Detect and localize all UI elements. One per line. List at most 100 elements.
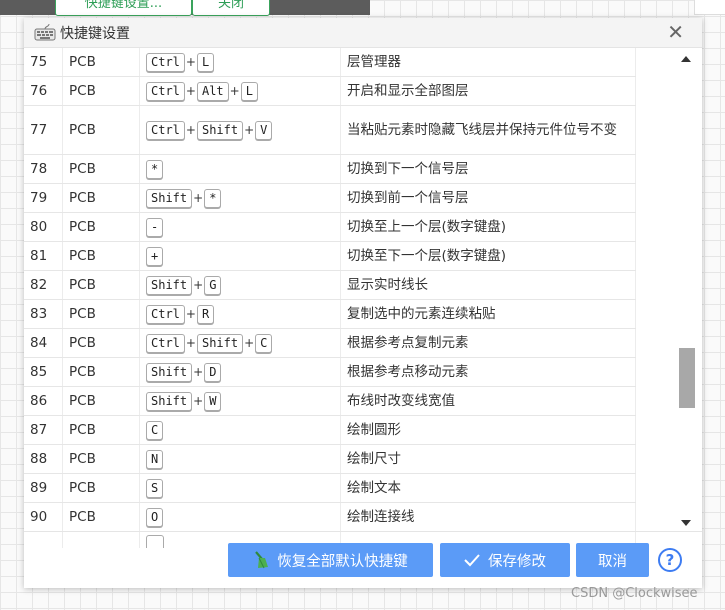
row-shortcut-keys[interactable]: Ctrl + R	[139, 299, 341, 329]
table-row[interactable]: 76 PCB Ctrl + Alt + L 开启和显示全部图层	[24, 76, 636, 106]
row-shortcut-keys[interactable]: Ctrl + Alt + L	[139, 76, 341, 106]
key-cap: +	[146, 246, 164, 266]
row-shortcut-keys[interactable]: C	[139, 415, 341, 445]
table-row[interactable]: 88 PCB N 绘制尺寸	[24, 444, 636, 474]
close-icon[interactable]: ✕	[667, 22, 684, 42]
row-number: 83	[24, 299, 63, 329]
row-description: 布线时改变线宽值	[340, 386, 636, 416]
row-description: 绘制文本	[340, 473, 636, 503]
row-number: 79	[24, 183, 63, 213]
key-cap: Shift	[196, 333, 244, 353]
key-cap: S	[146, 478, 164, 498]
row-category: PCB	[62, 473, 140, 503]
row-number	[24, 531, 63, 548]
table-row[interactable]: 84 PCB Ctrl + Shift + C 根据参考点复制元素	[24, 328, 636, 358]
row-number: 84	[24, 328, 63, 358]
row-category: PCB	[62, 415, 140, 445]
row-number: 90	[24, 502, 63, 532]
table-row[interactable]: 77 PCB Ctrl + Shift + V 当粘贴元素时隐藏飞线层并保持元件位号不变	[24, 105, 636, 155]
table-row[interactable]: 83 PCB Ctrl + R 复制选中的元素连续粘贴	[24, 299, 636, 329]
help-icon[interactable]: ?	[658, 548, 682, 572]
key-plus-separator: +	[185, 83, 196, 98]
table-row[interactable]: 85 PCB Shift + D 根据参考点移动元素	[24, 357, 636, 387]
row-shortcut-keys[interactable]: Shift + D	[139, 357, 341, 387]
row-category: PCB	[62, 48, 140, 77]
restore-defaults-button[interactable]: 恢复全部默认快捷键	[228, 543, 433, 577]
cancel-button[interactable]: 取消	[576, 543, 649, 577]
key-cap: W	[204, 391, 222, 411]
scrollbar[interactable]	[678, 48, 695, 531]
row-category: PCB	[62, 299, 140, 329]
row-category	[62, 531, 140, 548]
table-row[interactable]: 78 PCB * 切换到下一个信号层	[24, 154, 636, 184]
background-close-tab[interactable]: 关闭	[192, 0, 270, 16]
row-category: PCB	[62, 183, 140, 213]
table-row[interactable]: 87 PCB C 绘制圆形	[24, 415, 636, 445]
row-shortcut-keys[interactable]: Ctrl + Shift + V	[139, 105, 341, 155]
row-description: 显示实时线长	[340, 270, 636, 300]
row-category: PCB	[62, 502, 140, 532]
row-number: 77	[24, 105, 63, 155]
background-toolbar: 快捷键设置... 关闭	[0, 0, 370, 16]
key-plus-separator: +	[244, 122, 255, 137]
table-row[interactable]: 75 PCB Ctrl + L 层管理器	[24, 48, 636, 77]
dialog-header: 快捷键设置 ✕	[24, 18, 702, 48]
row-category: PCB	[62, 357, 140, 387]
save-label: 保存修改	[488, 553, 546, 570]
row-description: 绘制圆形	[340, 415, 636, 445]
key-plus-separator: +	[185, 335, 196, 350]
key-cap: D	[204, 362, 222, 382]
table-row[interactable]: 81 PCB + 切换至下一个层(数字键盘)	[24, 241, 636, 271]
row-shortcut-keys[interactable]: +	[139, 241, 341, 271]
key-plus-separator: +	[193, 393, 204, 408]
table-row[interactable]: 79 PCB Shift + * 切换到前一个信号层	[24, 183, 636, 213]
table-row[interactable]: 82 PCB Shift + G 显示实时线长	[24, 270, 636, 300]
table-row[interactable]: 89 PCB S 绘制文本	[24, 473, 636, 503]
key-cap: O	[146, 507, 164, 527]
row-shortcut-keys[interactable]: -	[139, 212, 341, 242]
row-shortcut-keys[interactable]: O	[139, 502, 341, 532]
row-number: 76	[24, 76, 63, 106]
row-number: 82	[24, 270, 63, 300]
table-row[interactable]: 90 PCB O 绘制连接线	[24, 502, 636, 532]
row-shortcut-keys[interactable]: *	[139, 154, 341, 184]
row-category: PCB	[62, 270, 140, 300]
key-cap: Shift	[146, 188, 193, 208]
row-shortcut-keys[interactable]: Shift + W	[139, 386, 341, 416]
key-plus-separator: +	[185, 54, 196, 69]
row-number: 78	[24, 154, 63, 184]
row-shortcut-keys[interactable]: Shift + G	[139, 270, 341, 300]
save-button[interactable]: 保存修改	[440, 543, 570, 577]
scrollbar-thumb[interactable]	[679, 348, 695, 408]
row-category: PCB	[62, 212, 140, 242]
row-shortcut-keys[interactable]: N	[139, 444, 341, 474]
row-description: 切换至下一个层(数字键盘)	[340, 241, 636, 271]
row-category: PCB	[62, 76, 140, 106]
row-shortcut-keys[interactable]: Shift + *	[139, 183, 341, 213]
row-shortcut-keys[interactable]: Ctrl + Shift + C	[139, 328, 341, 358]
key-cap: Ctrl	[146, 120, 185, 140]
key-cap: Shift	[146, 275, 193, 295]
key-plus-separator: +	[193, 277, 204, 292]
key-cap: Shift	[196, 120, 244, 140]
background-shortcut-tab[interactable]: 快捷键设置...	[55, 0, 192, 16]
row-description: 绘制尺寸	[340, 444, 636, 474]
cancel-label: 取消	[598, 553, 627, 570]
key-plus-separator: +	[193, 190, 204, 205]
scroll-up-arrow-icon[interactable]	[681, 56, 691, 62]
background-panel-edge	[694, 0, 725, 15]
table-row[interactable]: 86 PCB Shift + W 布线时改变线宽值	[24, 386, 636, 416]
key-cap: Ctrl	[146, 304, 185, 324]
row-number: 86	[24, 386, 63, 416]
key-cap: -	[146, 217, 164, 237]
row-shortcut-keys[interactable]: Ctrl + L	[139, 48, 341, 77]
scroll-down-arrow-icon[interactable]	[681, 520, 691, 526]
key-cap: G	[204, 275, 222, 295]
row-description: 层管理器	[340, 48, 636, 77]
row-description: 根据参考点复制元素	[340, 328, 636, 358]
key-plus-separator: +	[185, 122, 196, 137]
table-row[interactable]: 80 PCB - 切换至上一个层(数字键盘)	[24, 212, 636, 242]
restore-broom-icon	[255, 551, 269, 569]
key-plus-separator: +	[229, 83, 240, 98]
row-shortcut-keys[interactable]: S	[139, 473, 341, 503]
